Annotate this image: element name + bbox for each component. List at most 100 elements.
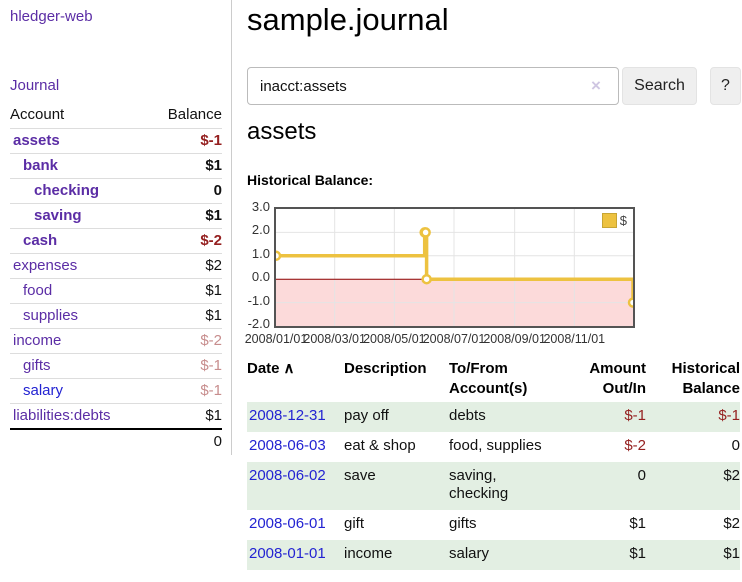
accounts-total-spacer [10,429,148,454]
account-row: cash $-2 [10,229,222,254]
register-header-description: Description [344,357,449,402]
register-row: 2008-06-03eat & shopfood, supplies$-20 [247,432,740,462]
accounts-header-balance: Balance [148,103,222,129]
account-row: income $-2 [10,329,222,354]
account-row: expenses $2 [10,254,222,279]
transaction-balance: $2 [646,462,740,511]
sort-asc-icon: ∧ [284,360,295,377]
account-balance: $1 [148,279,222,304]
account-link[interactable]: checking [34,182,99,199]
sidebar-item-journal[interactable]: Journal [10,77,59,94]
y-axis-tick-label: 0.0 [237,269,270,285]
search-input[interactable] [247,67,619,105]
chart-canvas [276,209,633,326]
accounts-total-row: 0 [10,429,222,454]
account-balance: $-2 [148,229,222,254]
transaction-accounts: saving, checking [449,462,567,511]
account-balance: $1 [148,304,222,329]
accounts-header-row: Account Balance [10,103,222,129]
account-row: bank $1 [10,154,222,179]
search-button[interactable]: Search [622,67,697,105]
account-link[interactable]: assets [13,132,60,149]
data-point-marker [423,275,431,283]
data-point-marker [276,252,280,260]
account-page-title: assets [247,118,316,146]
account-balance: $1 [148,404,222,430]
data-point-marker [629,299,633,307]
app-title-link[interactable]: hledger-web [10,8,93,25]
legend-swatch-icon [602,213,617,228]
account-link[interactable]: cash [23,232,57,249]
account-balance: $-1 [148,129,222,154]
account-row: saving $1 [10,204,222,229]
chart-legend: $ [602,213,627,228]
transaction-date-link[interactable]: 2008-12-31 [249,407,326,424]
transaction-date-link[interactable]: 2008-06-03 [249,437,326,454]
search-box: × [247,67,619,105]
transaction-description: eat & shop [344,432,449,462]
transaction-accounts: gifts [449,510,567,540]
transaction-date-link[interactable]: 2008-06-02 [249,467,326,484]
transaction-description: pay off [344,402,449,432]
transaction-description: income [344,540,449,570]
account-row: salary $-1 [10,379,222,404]
register-row: 2008-06-01 giftgifts$1$2 [247,510,740,540]
search-row: × Search ? [247,67,742,105]
account-link[interactable]: bank [23,157,58,174]
transaction-amount: $1 [567,510,646,540]
x-axis-tick-label: 2008/11/01 [539,332,609,346]
sidebar: hledger-web Journal Account Balance asse… [0,0,232,455]
register-row: 2008-06-02 savesaving, checking0$2 [247,462,740,511]
account-row: food $1 [10,279,222,304]
transaction-balance: $-1 [646,402,740,432]
register-header-amount: Amount Out/In [567,357,646,402]
account-link[interactable]: expenses [13,257,77,274]
balance-chart: $ 3.02.01.00.0-1.0-2.02008/01/012008/03/… [247,200,742,348]
legend-label: $ [620,213,627,228]
account-balance: $2 [148,254,222,279]
register-row: 2008-01-01incomesalary$1$1 [247,540,740,570]
help-button[interactable]: ? [710,67,741,105]
y-axis-tick-label: 1.0 [237,246,270,262]
account-balance: $1 [148,154,222,179]
account-row: assets $-1 [10,129,222,154]
account-link[interactable]: supplies [23,307,78,324]
transaction-amount: $1 [567,540,646,570]
accounts-table: Account Balance assets$-1bank$1checking0… [10,103,222,454]
clear-search-icon[interactable]: × [591,76,601,96]
register-row: 2008-12-31pay offdebts$-1$-1 [247,402,740,432]
account-balance: $-1 [148,379,222,404]
register-header-date[interactable]: Date∧ [247,357,344,402]
transaction-balance: 0 [646,432,740,462]
account-link[interactable]: salary [23,382,63,399]
account-row: checking0 [10,179,222,204]
account-link[interactable]: saving [34,207,82,224]
account-link[interactable]: income [13,332,61,349]
accounts-header-account: Account [10,103,148,129]
transaction-balance: $1 [646,540,740,570]
transaction-accounts: salary [449,540,567,570]
transaction-balance: $2 [646,510,740,540]
transaction-description: gift [344,510,449,540]
main-content: sample.journal × Search ? assets Histori… [247,0,742,582]
register-header-accounts: To/From Account(s) [449,357,567,402]
transaction-amount: $-1 [567,402,646,432]
account-row: supplies $1 [10,304,222,329]
x-axis-tick-label: 2008/07/01 [419,332,489,346]
account-row: gifts $-1 [10,354,222,379]
account-balance: $1 [148,204,222,229]
account-link[interactable]: gifts [23,357,51,374]
y-axis-tick-label: -1.0 [237,293,270,309]
accounts-total-value: 0 [148,429,222,454]
transaction-date-link[interactable]: 2008-06-01 [249,515,326,532]
transaction-amount: 0 [567,462,646,511]
hledger-web-page: hledger-web Journal Account Balance asse… [0,0,742,582]
account-balance: $-1 [148,354,222,379]
transaction-description: save [344,462,449,511]
account-link[interactable]: liabilities:debts [13,407,111,424]
y-axis-tick-label: 2.0 [237,222,270,238]
y-axis-tick-label: -2.0 [237,316,270,332]
account-link[interactable]: food [23,282,52,299]
account-balance: $-2 [148,329,222,354]
transaction-date-link[interactable]: 2008-01-01 [249,545,326,562]
